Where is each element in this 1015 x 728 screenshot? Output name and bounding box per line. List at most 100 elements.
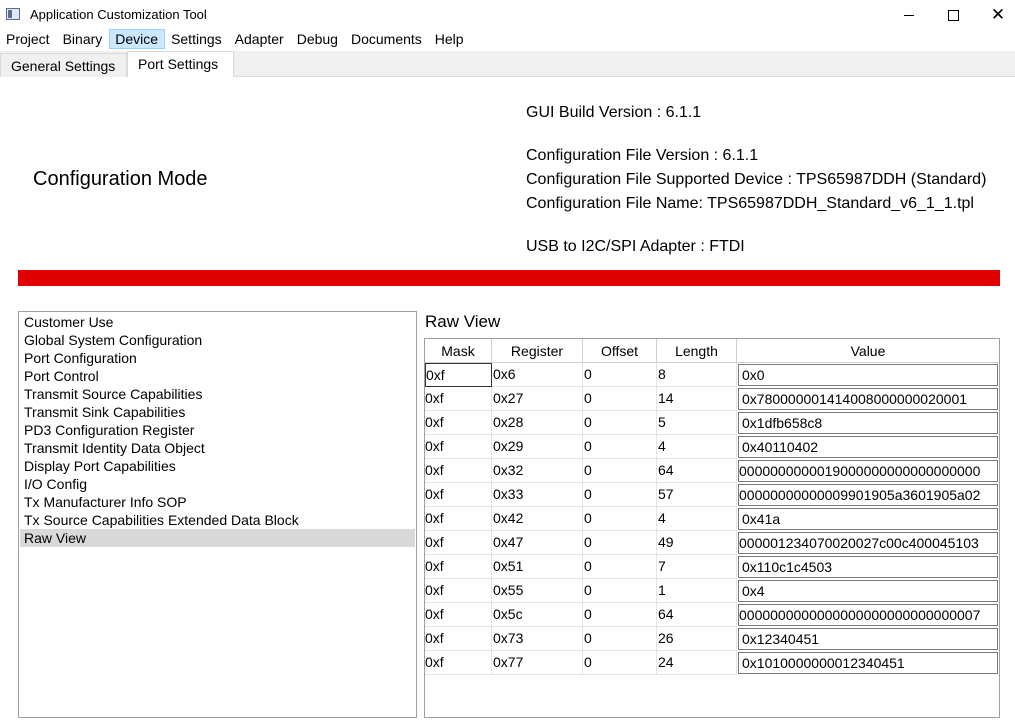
table-row[interactable]: 0xf 0x42 0 4 0x41a bbox=[425, 507, 999, 531]
nav-item-tx-source-capabilities-extended[interactable]: Tx Source Capabilities Extended Data Blo… bbox=[20, 511, 415, 529]
close-button[interactable]: ✕ bbox=[975, 0, 1015, 30]
mask-cell[interactable]: 0xf bbox=[425, 435, 492, 459]
menu-debug[interactable]: Debug bbox=[291, 29, 345, 49]
table-row[interactable]: 0xf 0x32 0 64 000000000001900000000000000000… bbox=[425, 459, 999, 483]
mask-cell[interactable]: 0xf bbox=[425, 603, 492, 627]
nav-item-transmit-identity-data-object[interactable]: Transmit Identity Data Object bbox=[20, 439, 415, 457]
tab-port-settings[interactable]: Port Settings bbox=[127, 51, 234, 77]
column-header-length[interactable]: Length bbox=[657, 339, 737, 363]
value-input[interactable]: 0000000000019000000000000000000 bbox=[738, 460, 998, 482]
length-cell[interactable]: 4 bbox=[657, 507, 737, 531]
menu-help[interactable]: Help bbox=[429, 29, 471, 49]
mask-cell[interactable]: 0xf bbox=[425, 387, 492, 411]
offset-cell[interactable]: 0 bbox=[583, 363, 657, 387]
tab-general-settings[interactable]: General Settings bbox=[0, 53, 127, 77]
value-input[interactable]: 0x12340451 bbox=[738, 628, 998, 650]
register-cell[interactable]: 0x29 bbox=[492, 435, 583, 459]
mask-cell[interactable]: 0xf bbox=[425, 363, 492, 387]
table-row[interactable]: 0xf 0x73 0 26 0x12340451 bbox=[425, 627, 999, 651]
nav-item-raw-view[interactable]: Raw View bbox=[20, 529, 415, 547]
length-cell[interactable]: 57 bbox=[657, 483, 737, 507]
offset-cell[interactable]: 0 bbox=[583, 459, 657, 483]
length-cell[interactable]: 14 bbox=[657, 387, 737, 411]
register-cell[interactable]: 0x47 bbox=[492, 531, 583, 555]
register-cell[interactable]: 0x42 bbox=[492, 507, 583, 531]
nav-item-transmit-sink-capabilities[interactable]: Transmit Sink Capabilities bbox=[20, 403, 415, 421]
table-row[interactable]: 0xf 0x47 0 49 000001234070020027c00c40004510… bbox=[425, 531, 999, 555]
value-input[interactable]: 00000000000009901905a3601905a02 bbox=[738, 484, 998, 506]
menu-binary[interactable]: Binary bbox=[57, 29, 110, 49]
register-cell[interactable]: 0x6 bbox=[492, 363, 583, 387]
value-input[interactable]: 0x41a bbox=[738, 508, 998, 530]
value-input[interactable]: 0x0 bbox=[738, 364, 998, 386]
length-cell[interactable]: 64 bbox=[657, 459, 737, 483]
offset-cell[interactable]: 0 bbox=[583, 627, 657, 651]
nav-item-display-port-capabilities[interactable]: Display Port Capabilities bbox=[20, 457, 415, 475]
register-cell[interactable]: 0x51 bbox=[492, 555, 583, 579]
value-input[interactable]: 000001234070020027c00c400045103 bbox=[738, 532, 998, 554]
mask-cell[interactable]: 0xf bbox=[425, 627, 492, 651]
menu-settings[interactable]: Settings bbox=[165, 29, 229, 49]
column-header-value[interactable]: Value bbox=[737, 339, 999, 363]
value-input[interactable]: 0x780000001414008000000020001 bbox=[738, 388, 998, 410]
mask-cell[interactable]: 0xf bbox=[425, 459, 492, 483]
menu-project[interactable]: Project bbox=[0, 29, 57, 49]
nav-item-port-configuration[interactable]: Port Configuration bbox=[20, 349, 415, 367]
mask-cell[interactable]: 0xf bbox=[425, 411, 492, 435]
table-row[interactable]: 0xf 0x27 0 14 0x780000001414008000000020001 bbox=[425, 387, 999, 411]
column-header-mask[interactable]: Mask bbox=[425, 339, 492, 363]
length-cell[interactable]: 24 bbox=[657, 651, 737, 675]
length-cell[interactable]: 26 bbox=[657, 627, 737, 651]
length-cell[interactable]: 1 bbox=[657, 579, 737, 603]
table-row[interactable]: 0xf 0x55 0 1 0x4 bbox=[425, 579, 999, 603]
offset-cell[interactable]: 0 bbox=[583, 507, 657, 531]
value-input[interactable]: 0000000000000000000000000000007 bbox=[738, 604, 998, 626]
offset-cell[interactable]: 0 bbox=[583, 387, 657, 411]
table-row[interactable]: 0xf 0x51 0 7 0x110c1c4503 bbox=[425, 555, 999, 579]
menu-adapter[interactable]: Adapter bbox=[229, 29, 291, 49]
nav-item-tx-manufacturer-info-sop[interactable]: Tx Manufacturer Info SOP bbox=[20, 493, 415, 511]
column-header-offset[interactable]: Offset bbox=[583, 339, 657, 363]
table-row[interactable]: 0xf 0x77 0 24 0x1010000000012340451 bbox=[425, 651, 999, 675]
offset-cell[interactable]: 0 bbox=[583, 651, 657, 675]
offset-cell[interactable]: 0 bbox=[583, 411, 657, 435]
nav-item-pd3-configuration-register[interactable]: PD3 Configuration Register bbox=[20, 421, 415, 439]
length-cell[interactable]: 5 bbox=[657, 411, 737, 435]
table-row[interactable]: 0xf 0x6 0 8 0x0 bbox=[425, 363, 999, 387]
table-row[interactable]: 0xf 0x5c 0 64 000000000000000000000000000000… bbox=[425, 603, 999, 627]
menu-device[interactable]: Device bbox=[109, 29, 166, 49]
value-input[interactable]: 0x110c1c4503 bbox=[738, 556, 998, 578]
value-input[interactable]: 0x1dfb658c8 bbox=[738, 412, 998, 434]
mask-cell[interactable]: 0xf bbox=[425, 579, 492, 603]
value-input[interactable]: 0x4 bbox=[738, 580, 998, 602]
column-header-register[interactable]: Register bbox=[492, 339, 583, 363]
nav-item-customer-use[interactable]: Customer Use bbox=[20, 313, 415, 331]
table-row[interactable]: 0xf 0x28 0 5 0x1dfb658c8 bbox=[425, 411, 999, 435]
value-input[interactable]: 0x1010000000012340451 bbox=[738, 652, 998, 674]
offset-cell[interactable]: 0 bbox=[583, 579, 657, 603]
register-cell[interactable]: 0x28 bbox=[492, 411, 583, 435]
value-input[interactable]: 0x40110402 bbox=[738, 436, 998, 458]
length-cell[interactable]: 49 bbox=[657, 531, 737, 555]
mask-cell[interactable]: 0xf bbox=[425, 507, 492, 531]
table-row[interactable]: 0xf 0x33 0 57 00000000000009901905a3601905a0… bbox=[425, 483, 999, 507]
offset-cell[interactable]: 0 bbox=[583, 555, 657, 579]
length-cell[interactable]: 8 bbox=[657, 363, 737, 387]
register-cell[interactable]: 0x32 bbox=[492, 459, 583, 483]
register-cell[interactable]: 0x27 bbox=[492, 387, 583, 411]
minimize-button[interactable] bbox=[886, 0, 932, 30]
register-cell[interactable]: 0x73 bbox=[492, 627, 583, 651]
mask-cell[interactable]: 0xf bbox=[425, 483, 492, 507]
nav-item-global-system-configuration[interactable]: Global System Configuration bbox=[20, 331, 415, 349]
length-cell[interactable]: 4 bbox=[657, 435, 737, 459]
maximize-button[interactable] bbox=[930, 0, 976, 30]
offset-cell[interactable]: 0 bbox=[583, 435, 657, 459]
register-cell[interactable]: 0x55 bbox=[492, 579, 583, 603]
nav-item-transmit-source-capabilities[interactable]: Transmit Source Capabilities bbox=[20, 385, 415, 403]
mask-cell[interactable]: 0xf bbox=[425, 531, 492, 555]
register-cell[interactable]: 0x77 bbox=[492, 651, 583, 675]
offset-cell[interactable]: 0 bbox=[583, 483, 657, 507]
table-row[interactable]: 0xf 0x29 0 4 0x40110402 bbox=[425, 435, 999, 459]
menu-documents[interactable]: Documents bbox=[345, 29, 429, 49]
nav-item-io-config[interactable]: I/O Config bbox=[20, 475, 415, 493]
